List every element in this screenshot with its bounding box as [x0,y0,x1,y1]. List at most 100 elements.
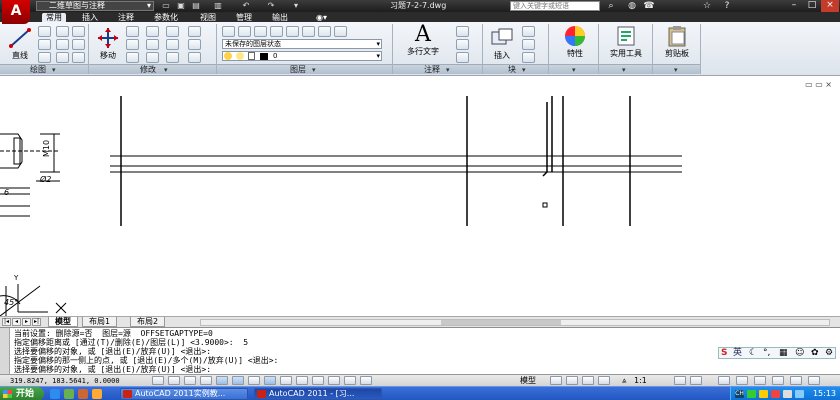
tab-output[interactable]: 输出 [268,13,292,22]
ime-keyboard-icon[interactable]: ▦ [779,348,788,359]
panel-title-annotation[interactable]: 注释 [424,65,440,75]
tray-app-icon[interactable] [771,390,780,398]
last-layout-button[interactable]: ▸| [32,318,41,326]
tab-view[interactable]: 视图 [196,13,220,22]
ime-settings-icon[interactable]: ⚙ [825,348,833,359]
workspace-switcher[interactable]: 二维草图与注释 [36,1,154,11]
region-icon[interactable] [72,52,85,63]
dimension-icon[interactable] [456,26,469,37]
selection-cycling-toggle[interactable] [360,376,372,385]
save-icon[interactable]: ▤ [190,1,202,11]
ime-user-icon[interactable]: ☺ [795,348,804,359]
next-layout-button[interactable]: ▸ [22,318,31,326]
customize-qat-icon[interactable]: ▾ [290,1,302,11]
command-line-window[interactable]: 当前设置: 删除源=否 图层=源 OFFSETGAPTYPE=0 指定偏移距离或… [0,327,840,375]
tab-model[interactable]: 模型 [48,317,78,327]
toolbar-lock-button[interactable] [736,376,748,385]
hardware-acceleration-button[interactable] [754,376,766,385]
horizontal-scrollbar[interactable] [200,319,830,326]
isolate-objects-button[interactable] [772,376,784,385]
modify-expand-icon[interactable]: ▾ [164,66,168,74]
utilities-button[interactable]: 实用工具 [606,24,646,58]
undo-icon[interactable]: ↶ [240,1,252,11]
object-snap-tracking-toggle[interactable] [264,376,276,385]
redo-icon[interactable]: ↷ [265,1,277,11]
ime-moon-icon[interactable]: ☾ [749,348,757,359]
zoom-button[interactable] [598,376,610,385]
panel-title-modify[interactable]: 修改 [140,65,156,75]
object-snap-toggle[interactable] [232,376,244,385]
clean-screen-button[interactable] [808,376,820,385]
media-quicklaunch-icon[interactable] [78,389,88,399]
layer-state-dropdown[interactable]: 未保存的图层状态 [222,39,382,49]
tab-home[interactable]: 常用 [42,13,66,22]
layer-isolate-icon[interactable] [270,26,283,37]
layer-off-icon[interactable] [318,26,331,37]
offset-icon[interactable] [188,39,201,50]
open-icon[interactable]: ▣ [175,1,187,11]
status-bar-menu-button[interactable] [790,376,802,385]
search-icon[interactable]: ⌕ [604,0,618,12]
current-layer-dropdown[interactable]: 0 [222,51,382,61]
mirror-icon[interactable] [146,39,159,50]
ie-quicklaunch-icon[interactable] [50,389,60,399]
grid-display-toggle[interactable] [184,376,196,385]
close-window-button[interactable]: × [821,0,839,12]
rectangle-icon[interactable] [56,26,69,37]
quick-view-layouts-button[interactable] [550,376,562,385]
erase-icon[interactable] [166,26,179,37]
ime-toolbar[interactable]: S 英 ☾ °, ▦ ☺ ✿ ⚙ [718,347,836,359]
auto-scale-toggle[interactable] [690,376,702,385]
multiline-text-button[interactable]: A 多行文字 [400,24,446,57]
sogou-ime-icon[interactable]: S [721,348,727,359]
layer-lock-icon[interactable] [334,26,347,37]
tab-layout1[interactable]: 布局1 [82,317,118,327]
language-indicator[interactable]: CH [735,390,744,398]
annotation-visibility-toggle[interactable] [674,376,686,385]
help-icon[interactable]: ? [720,0,734,12]
tray-app-icon[interactable] [759,390,768,398]
explode-icon[interactable] [188,26,201,37]
fillet-icon[interactable] [166,39,179,50]
layer-freeze-icon[interactable] [302,26,315,37]
start-button[interactable]: 开始 [0,387,44,400]
panel-title-block[interactable]: 块 [508,65,516,75]
folder-quicklaunch-icon[interactable] [92,389,102,399]
panel-title-layers[interactable]: 图层 [290,65,306,75]
properties-button[interactable]: 特性 [560,24,590,58]
communication-center-icon[interactable]: ☎ [642,0,656,12]
layer-properties-icon[interactable] [222,26,235,37]
clipboard-button[interactable]: 剪贴板 [660,24,694,58]
command-prompt-line[interactable]: 选择要偏移的对象, 或 [退出(E)/放弃(U)] <退出>: [14,365,211,374]
application-menu-button[interactable]: A [2,0,30,24]
plot-icon[interactable]: ▥ [212,1,224,11]
drawing-canvas[interactable]: ▭ ▭ × M10 Ø2 6 45° Y [0,76,840,316]
modify-more-icon[interactable] [188,52,201,63]
dynamic-input-toggle[interactable] [296,376,308,385]
draw-more-icon[interactable] [72,26,85,37]
minimize-window-button[interactable]: – [785,0,803,12]
move-button[interactable]: 移动 [94,26,122,60]
tab-manage[interactable]: 管理 [232,13,256,22]
favorites-star-icon[interactable]: ☆ [700,0,714,12]
tab-insert[interactable]: 插入 [78,13,102,22]
annotation-expand-icon[interactable]: ▾ [446,66,450,74]
first-layout-button[interactable]: |◂ [2,318,11,326]
draw-expand-icon[interactable]: ▾ [52,66,56,74]
ribbon-minimize-toggle[interactable]: ◉▾ [312,13,331,22]
ime-language-indicator[interactable]: 英 [733,348,742,359]
ortho-mode-toggle[interactable] [200,376,212,385]
taskbar-item-tutorial[interactable]: AutoCAD 2011实例教... [120,388,248,400]
polyline-icon[interactable] [38,26,51,37]
tab-layout2[interactable]: 布局2 [130,317,166,327]
stretch-icon[interactable] [126,52,139,63]
circle-icon[interactable] [38,39,51,50]
maximize-window-button[interactable]: □ [803,0,821,12]
polar-tracking-toggle[interactable] [216,376,228,385]
transparency-toggle[interactable] [328,376,340,385]
quick-view-drawings-button[interactable] [566,376,578,385]
properties-expand-icon[interactable]: ▾ [572,66,576,74]
block-attribute-icon[interactable] [522,52,535,63]
network-icon[interactable] [795,390,804,398]
desktop-quicklaunch-icon[interactable] [64,389,74,399]
